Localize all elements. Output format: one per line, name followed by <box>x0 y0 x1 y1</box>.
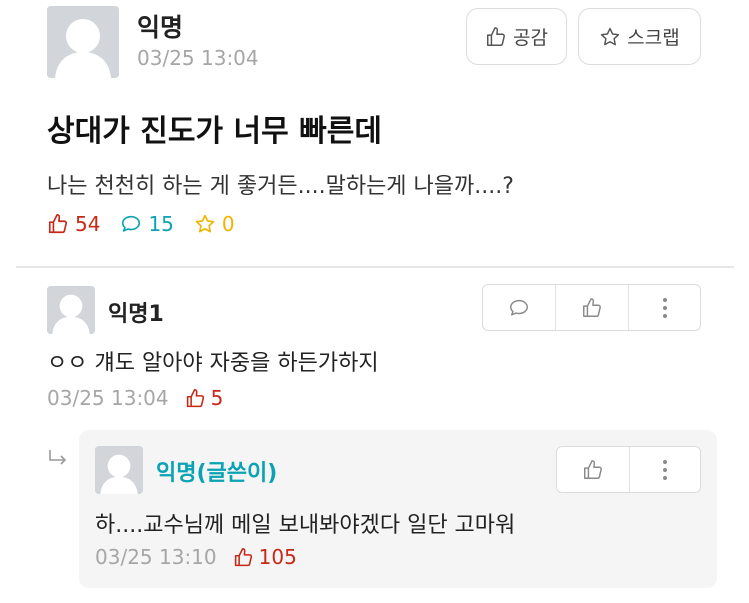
comment-more-button[interactable] <box>628 285 700 330</box>
reply-like-count: 105 <box>258 545 297 569</box>
comment-author-avatar <box>47 286 95 334</box>
post-comment-stat: 15 <box>120 212 174 236</box>
reply-author-avatar <box>95 446 143 494</box>
more-vertical-icon <box>662 297 667 318</box>
star-icon <box>601 27 620 45</box>
reply-text: 하....교수님께 메일 보내봐야겠다 일단 고마워 <box>95 513 516 538</box>
reply-arrow-icon <box>49 450 67 465</box>
anonymous-user-icon <box>47 6 119 78</box>
star-icon <box>195 214 215 233</box>
post-title: 상대가 진도가 너무 빠른데 <box>47 114 382 149</box>
thumbs-up-icon <box>234 547 252 566</box>
post-stats: 54 15 0 <box>47 212 235 236</box>
scrap-button[interactable]: 스크랩 <box>578 8 701 65</box>
section-divider <box>16 266 734 268</box>
comment-timestamp: 03/25 13:04 <box>47 386 169 410</box>
comment-author-name: 익명1 <box>108 302 164 327</box>
reply-timestamp: 03/25 13:10 <box>95 545 217 569</box>
post-author-name: 익명 <box>137 13 184 42</box>
post-scrap-stat: 0 <box>194 212 235 236</box>
post-like-count: 54 <box>75 212 101 236</box>
reply-author-name: 익명(글쓴이) <box>156 461 278 486</box>
post-author-avatar <box>47 6 119 78</box>
more-vertical-icon <box>663 459 668 480</box>
anonymous-user-icon <box>95 446 143 494</box>
reply-like-button[interactable] <box>557 447 629 492</box>
thumbs-up-icon <box>584 459 603 479</box>
empathy-button-label: 공감 <box>513 27 548 49</box>
comment-action-bar <box>482 284 701 331</box>
post-comment-count: 15 <box>148 212 174 236</box>
post-scrap-count: 0 <box>221 212 235 236</box>
comment-meta: 03/25 13:04 5 <box>47 386 223 410</box>
empathy-button[interactable]: 공감 <box>466 8 567 65</box>
post-timestamp: 03/25 13:04 <box>137 46 259 70</box>
anonymous-user-icon <box>47 286 95 334</box>
scrap-button-label: 스크랩 <box>627 27 680 49</box>
comment-reply-button[interactable] <box>483 285 555 330</box>
thumbs-up-icon <box>487 26 505 46</box>
thumbs-up-icon <box>48 214 68 234</box>
thumbs-up-icon <box>186 388 204 407</box>
comment-like-count: 5 <box>210 386 224 410</box>
thumbs-up-icon <box>583 297 601 317</box>
comment-like-stat: 5 <box>185 386 224 410</box>
comment-bubble-icon <box>122 215 141 232</box>
post-body: 나는 천천히 하는 게 좋거든....말하는게 나을까....? <box>47 174 514 199</box>
post-like-stat: 54 <box>47 212 100 236</box>
reply-action-bar <box>556 446 701 493</box>
reply-meta: 03/25 13:10 105 <box>95 545 297 569</box>
reply-more-button[interactable] <box>629 447 700 492</box>
comment-like-button[interactable] <box>555 285 628 330</box>
reply-like-stat: 105 <box>233 545 297 569</box>
comment-bubble-icon <box>510 299 528 316</box>
comment-text: ㅇㅇ 걔도 알아야 자중을 하든가하지 <box>47 351 379 376</box>
